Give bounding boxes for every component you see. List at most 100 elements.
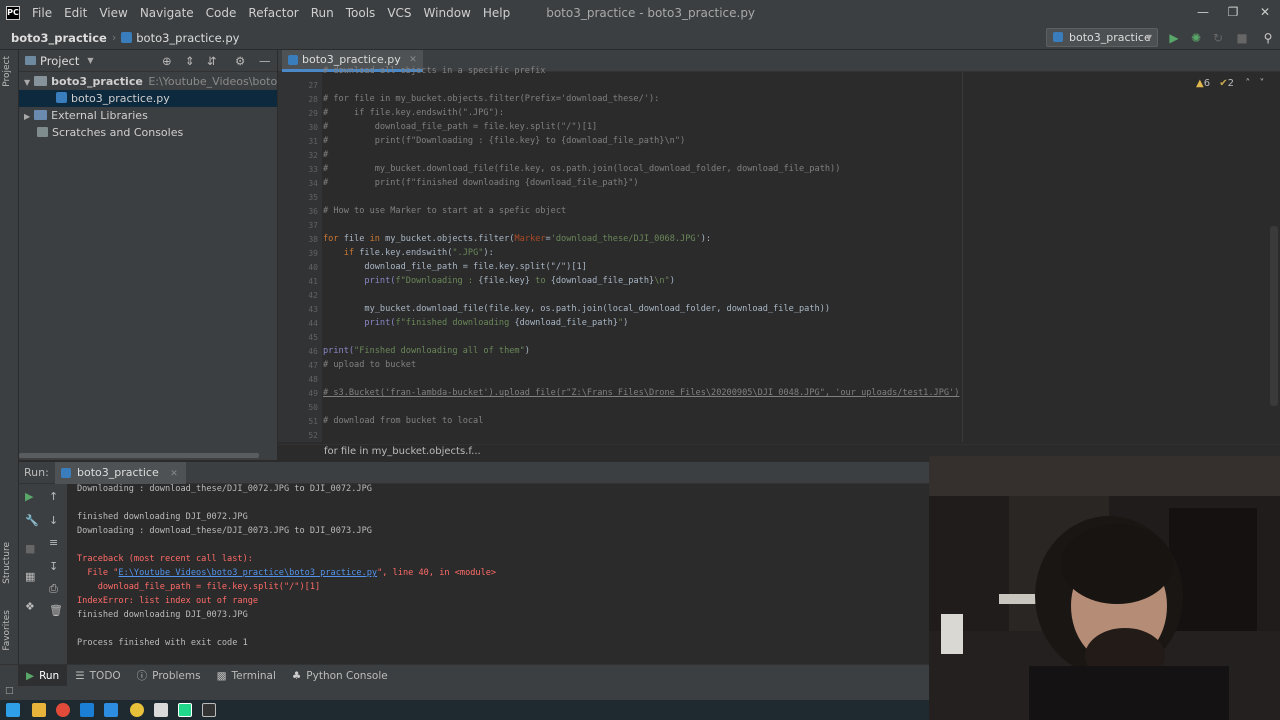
code-line[interactable]: # download from bucket to local bbox=[323, 416, 483, 426]
trace-suffix: ", line 40, in <module> bbox=[377, 568, 497, 578]
code-line[interactable]: # bbox=[323, 150, 328, 160]
menu-window[interactable]: Window bbox=[418, 6, 477, 20]
structure-tool-tab[interactable]: Structure bbox=[2, 542, 12, 584]
menu-tools[interactable]: Tools bbox=[340, 6, 382, 20]
run-configuration-select[interactable]: boto3_practice ▼ bbox=[1046, 28, 1158, 47]
minimize-icon[interactable]: — bbox=[1188, 0, 1218, 26]
code-breadcrumb[interactable]: for file in my_bucket.objects.f... bbox=[324, 446, 481, 457]
expand-all-icon[interactable]: ⇕ bbox=[185, 54, 195, 68]
debug-icon[interactable]: ✺ bbox=[1188, 30, 1204, 46]
tree-item-external-libraries[interactable]: ▶ External Libraries bbox=[19, 107, 277, 124]
editor-scrollbar[interactable] bbox=[1270, 226, 1278, 406]
code-line[interactable]: # upload to bucket bbox=[323, 360, 416, 370]
tree-item-file[interactable]: boto3_practice.py bbox=[19, 90, 277, 107]
code-line[interactable]: my_bucket.download_file(file.key, os.pat… bbox=[323, 304, 830, 314]
tool-tab-todo[interactable]: ☰ TODO bbox=[67, 665, 128, 687]
file-explorer-icon[interactable] bbox=[32, 703, 46, 717]
chrome-icon[interactable] bbox=[56, 703, 70, 717]
collapse-all-icon[interactable]: ⇵ bbox=[207, 54, 217, 68]
project-panel-title[interactable]: Project bbox=[40, 54, 79, 68]
menu-navigate[interactable]: Navigate bbox=[134, 6, 200, 20]
tool-tab-run[interactable]: ▶ Run bbox=[18, 664, 68, 687]
locate-icon[interactable]: ⊕ bbox=[162, 54, 172, 68]
python-file-icon bbox=[121, 32, 133, 43]
code-line[interactable]: print("Finshed downloading all of them") bbox=[323, 346, 530, 356]
pin-icon[interactable]: ❖ bbox=[25, 600, 35, 613]
code-line[interactable]: print(f"finished downloading {download_f… bbox=[323, 318, 628, 328]
line-number: 52 bbox=[308, 431, 318, 440]
menu-refactor[interactable]: Refactor bbox=[242, 6, 304, 20]
chevron-right-icon[interactable]: ▶ bbox=[24, 112, 30, 121]
status-toggle-icon[interactable]: □ bbox=[5, 686, 14, 696]
breadcrumb-project[interactable]: boto3_practice bbox=[11, 31, 107, 45]
menu-file[interactable]: File bbox=[26, 6, 58, 20]
python-file-icon bbox=[61, 468, 71, 478]
code-line[interactable]: # print(f"Downloading : {file.key} to {d… bbox=[323, 136, 685, 146]
code-line[interactable]: # if file.key.endswith(".JPG"): bbox=[323, 108, 504, 118]
menu-view[interactable]: View bbox=[93, 6, 133, 20]
inspection-widget[interactable]: ▲6 ✔2 ˄ ˅ bbox=[1196, 78, 1264, 89]
run-configuration-label: boto3_practice bbox=[1069, 31, 1151, 44]
stop-icon[interactable]: ■ bbox=[25, 542, 35, 555]
code-line[interactable]: # for file in my_bucket.objects.filter(P… bbox=[323, 94, 659, 104]
windows-start-icon[interactable] bbox=[6, 703, 20, 717]
line-number: 38 bbox=[308, 235, 318, 244]
code-line[interactable]: # s3.Bucket('fran-lambda-bucket').upload… bbox=[323, 388, 959, 398]
soft-wrap-icon[interactable]: ≡ bbox=[49, 536, 58, 549]
chrome-alt-icon[interactable] bbox=[130, 703, 144, 717]
close-tab-icon[interactable]: ✕ bbox=[170, 469, 178, 479]
run-tab[interactable]: boto3_practice ✕ bbox=[55, 462, 186, 484]
layout-icon[interactable]: ▦ bbox=[25, 570, 35, 583]
horizontal-scrollbar[interactable] bbox=[19, 453, 259, 458]
gear-icon[interactable]: ⚙ bbox=[235, 54, 245, 68]
menu-code[interactable]: Code bbox=[200, 6, 243, 20]
code-line[interactable]: # download_file_path = file.key.split("/… bbox=[323, 122, 597, 132]
menu-run[interactable]: Run bbox=[305, 6, 340, 20]
code-line[interactable]: download_file_path = file.key.split("/")… bbox=[323, 262, 586, 272]
trace-file-link[interactable]: E:\Youtube_Videos\boto3_practice\boto3_p… bbox=[118, 568, 377, 578]
hide-panel-icon[interactable]: — bbox=[259, 54, 271, 68]
notepad-icon[interactable] bbox=[154, 703, 168, 717]
code-line[interactable]: # download all objects in a specific pre… bbox=[323, 66, 545, 76]
tool-tab-terminal[interactable]: ▩ Terminal bbox=[209, 665, 284, 687]
close-icon[interactable]: ✕ bbox=[1250, 0, 1280, 26]
right-margin-guide bbox=[962, 72, 963, 442]
menu-vcs[interactable]: VCS bbox=[381, 6, 417, 20]
rerun-icon[interactable]: ▶ bbox=[25, 490, 33, 503]
menu-edit[interactable]: Edit bbox=[58, 6, 93, 20]
terminal-taskbar-icon[interactable] bbox=[202, 703, 216, 717]
chevron-down-icon[interactable]: ▼ bbox=[24, 78, 30, 87]
project-tool-tab[interactable]: Project bbox=[2, 56, 12, 87]
code-line[interactable]: # print(f"finished downloading {download… bbox=[323, 178, 639, 188]
tool-tab-problems[interactable]: ⓘ Problems bbox=[129, 665, 209, 687]
favorites-tool-tab[interactable]: Favorites bbox=[2, 610, 12, 651]
coverage-icon[interactable]: ↻ bbox=[1210, 30, 1226, 46]
print-icon[interactable]: ⎙ bbox=[49, 582, 58, 596]
menu-help[interactable]: Help bbox=[477, 6, 516, 20]
code-line[interactable]: # How to use Marker to start at a spefic… bbox=[323, 206, 566, 216]
maximize-icon[interactable]: ❐ bbox=[1218, 0, 1248, 26]
code-line[interactable]: print(f"Downloading : {file.key} to {dow… bbox=[323, 276, 675, 286]
run-icon[interactable]: ▶ bbox=[1166, 30, 1182, 46]
code-line[interactable]: if file.key.endswith(".JPG"): bbox=[323, 248, 494, 258]
tree-item-project-root[interactable]: ▼ boto3_practice E:\Youtube_Videos\boto3_… bbox=[19, 73, 314, 90]
edge-icon[interactable] bbox=[80, 703, 94, 717]
arrow-down-icon[interactable]: ↓ bbox=[49, 514, 58, 527]
chevron-down-icon[interactable]: ▼ bbox=[87, 56, 93, 65]
pycharm-taskbar-icon[interactable] bbox=[178, 703, 192, 717]
chevron-up-icon[interactable]: ˄ bbox=[1245, 78, 1250, 89]
tree-item-scratches[interactable]: Scratches and Consoles bbox=[19, 124, 277, 141]
chevron-down-icon[interactable]: ˅ bbox=[1259, 78, 1264, 89]
search-icon[interactable]: ⚲ bbox=[1260, 30, 1276, 46]
code-line[interactable]: for file in my_bucket.objects.filter(Mar… bbox=[323, 234, 711, 244]
stop-icon[interactable]: ■ bbox=[1234, 30, 1250, 46]
code-line[interactable]: # my_bucket.download_file(file.key, os.p… bbox=[323, 164, 840, 174]
tool-tab-python-console[interactable]: ♣ Python Console bbox=[284, 665, 396, 687]
status-bar: □ bbox=[0, 686, 930, 700]
wrench-icon[interactable]: 🔧 bbox=[25, 514, 39, 527]
trash-icon[interactable]: 🗑 bbox=[49, 604, 63, 617]
breadcrumb-file[interactable]: boto3_practice.py bbox=[136, 31, 239, 45]
scroll-end-icon[interactable]: ↧ bbox=[49, 560, 58, 573]
arrow-up-icon[interactable]: ↑ bbox=[49, 490, 58, 503]
vscode-icon[interactable] bbox=[104, 703, 118, 717]
